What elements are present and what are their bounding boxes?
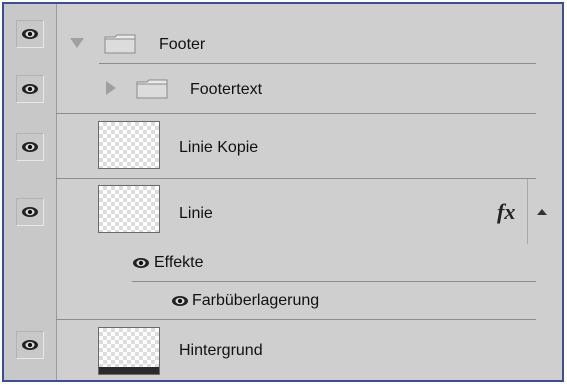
layer-row-footertext[interactable]: Footertext xyxy=(4,64,562,114)
eye-icon xyxy=(22,29,38,39)
visibility-toggle[interactable] xyxy=(4,4,56,64)
layer-row-linie-kopie[interactable]: Linie Kopie xyxy=(4,114,562,179)
layer-row-linie[interactable]: Linie fx xyxy=(4,179,562,244)
layer-name: Hintergrund xyxy=(179,342,263,359)
effects-header-row[interactable]: Effekte xyxy=(4,244,562,282)
eye-icon[interactable] xyxy=(171,295,189,307)
layer-name: Footer xyxy=(159,36,206,53)
effects-label: Effekte xyxy=(154,254,204,271)
layer-row-footer[interactable]: Footer xyxy=(4,4,562,64)
folder-icon xyxy=(136,79,168,99)
chevron-down-icon[interactable] xyxy=(70,38,84,48)
layer-name: Footertext xyxy=(190,81,263,98)
effect-name: Farbüberlagerung xyxy=(192,292,320,309)
visibility-toggle[interactable] xyxy=(4,64,56,114)
eye-icon xyxy=(22,84,38,94)
layer-name: Linie xyxy=(179,205,213,222)
chevron-right-icon[interactable] xyxy=(106,81,116,95)
effect-row-color-overlay[interactable]: Farbüberlagerung xyxy=(4,282,562,320)
eye-icon xyxy=(22,340,38,350)
visibility-toggle[interactable] xyxy=(4,320,56,370)
eye-icon xyxy=(22,141,38,152)
layers-panel: Footer Footertext Linie Kopie Linie fx E… xyxy=(2,2,564,382)
layer-row-hintergrund[interactable]: Hintergrund xyxy=(4,320,562,375)
folder-icon xyxy=(104,34,136,54)
layer-name: Linie Kopie xyxy=(179,139,259,156)
visibility-toggle[interactable] xyxy=(4,114,56,179)
thumbnail-content xyxy=(99,367,159,374)
layer-thumbnail xyxy=(98,327,160,375)
eye-icon[interactable] xyxy=(132,257,150,269)
chevron-up-icon[interactable] xyxy=(537,209,547,215)
eye-icon xyxy=(22,206,38,217)
visibility-toggle[interactable] xyxy=(4,179,56,244)
layer-thumbnail xyxy=(98,185,160,233)
fx-icon[interactable]: fx xyxy=(497,201,515,223)
layer-thumbnail xyxy=(98,121,160,169)
